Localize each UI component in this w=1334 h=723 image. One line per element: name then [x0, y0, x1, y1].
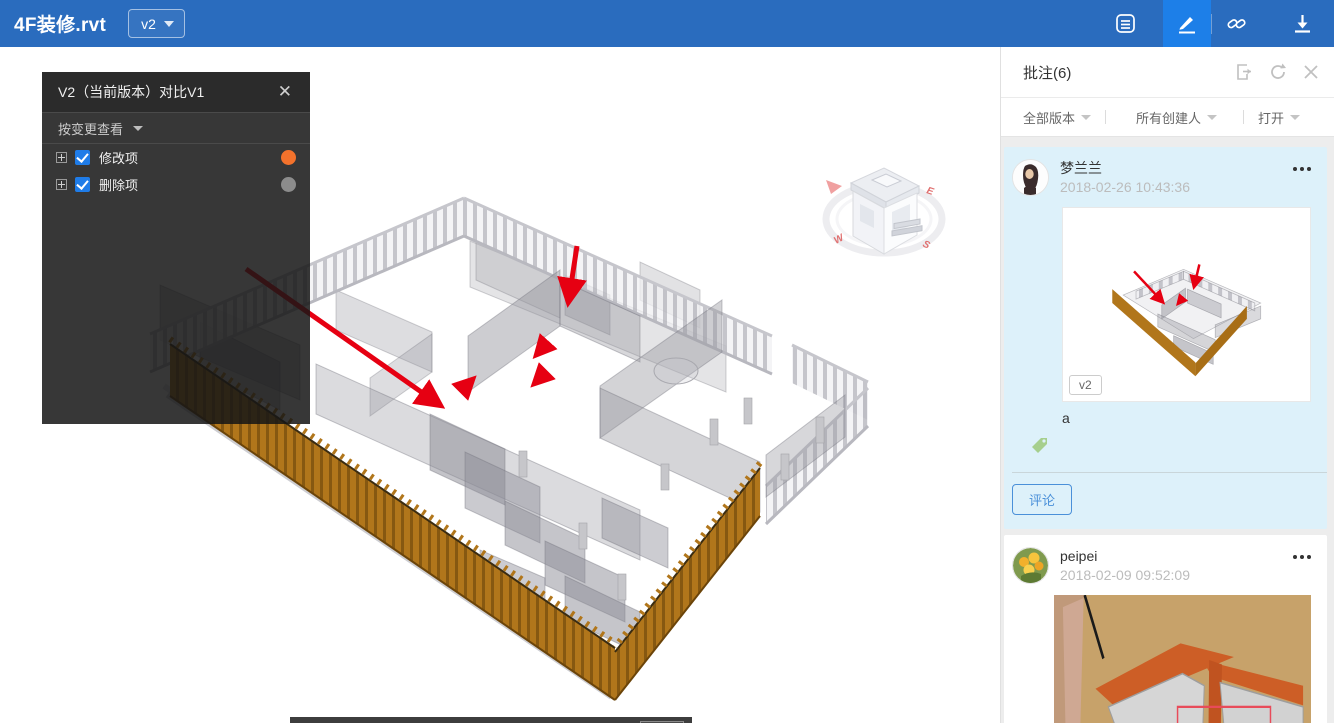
share-link-button[interactable] — [1212, 0, 1260, 47]
chevron-down-icon — [1207, 115, 1217, 120]
status-filter[interactable]: 打开 — [1258, 108, 1300, 127]
compare-title: V2（当前版本）对比V1 — [58, 82, 204, 102]
annotation-card[interactable]: 梦兰兰 2018-02-26 10:43:36 — [1004, 147, 1327, 529]
annotation-filters: 全部版本 所有创建人 打开 — [1001, 97, 1334, 137]
app-window: E W S — [0, 0, 1334, 723]
download-button[interactable] — [1278, 0, 1326, 47]
chevron-down-icon — [1081, 115, 1091, 120]
timestamp: 2018-02-09 09:52:09 — [1060, 565, 1190, 585]
annotations-header: 批注(6) — [1001, 47, 1334, 97]
snapshot-interior — [1054, 595, 1311, 723]
snapshot-version-tag: v2 — [1069, 375, 1102, 395]
author-name: peipei — [1060, 547, 1190, 565]
view-cube[interactable]: E W S — [818, 142, 954, 270]
deleted-label: 删除项 — [99, 175, 138, 194]
annotations-panel: 批注(6) 全部版本 所有创建人 打开 — [1000, 47, 1334, 723]
chevron-down-icon — [1290, 115, 1300, 120]
change-view-label: 按变更查看 — [58, 119, 123, 138]
annotation-text: a — [1004, 402, 1327, 426]
form-list-button[interactable] — [1101, 0, 1149, 47]
annotation-list: 梦兰兰 2018-02-26 10:43:36 — [1001, 137, 1334, 723]
expand-icon[interactable] — [56, 179, 67, 190]
file-title: 4F装修.rvt — [14, 10, 106, 37]
avatar — [1012, 159, 1049, 196]
checkbox-deleted[interactable] — [75, 177, 90, 192]
tree-item-modified[interactable]: 修改项 — [42, 144, 310, 171]
creator-filter[interactable]: 所有创建人 — [1136, 108, 1217, 127]
pen-icon — [1175, 12, 1199, 36]
viewer-toolbar — [290, 717, 692, 723]
version-compare-panel: V2（当前版本）对比V1 ✕ 按变更查看 修改项 删除项 — [42, 72, 310, 424]
compare-panel-header: V2（当前版本）对比V1 ✕ — [42, 72, 310, 112]
top-bar: 4F装修.rvt v2 — [0, 0, 1334, 47]
chevron-down-icon — [164, 21, 174, 27]
tag-icon — [1004, 426, 1327, 472]
more-options-icon[interactable] — [1293, 159, 1311, 197]
snapshot-model — [1063, 208, 1310, 401]
export-report-icon[interactable] — [1234, 62, 1254, 82]
link-icon — [1225, 12, 1248, 35]
topbar-actions — [1101, 0, 1334, 47]
modified-label: 修改项 — [99, 148, 138, 167]
tree-item-deleted[interactable]: 删除项 — [42, 171, 310, 198]
version-label: v2 — [141, 16, 156, 32]
markup-button[interactable] — [1163, 0, 1211, 47]
modified-color-dot — [281, 150, 296, 165]
annotation-snapshot[interactable] — [1054, 595, 1311, 723]
form-list-icon — [1114, 12, 1137, 35]
checkbox-modified[interactable] — [75, 150, 90, 165]
expand-icon[interactable] — [56, 152, 67, 163]
change-view-dropdown[interactable]: 按变更查看 — [42, 112, 310, 144]
author-name: 梦兰兰 — [1060, 159, 1190, 177]
svg-text:E: E — [925, 185, 935, 198]
deleted-color-dot — [281, 177, 296, 192]
avatar — [1012, 547, 1049, 584]
download-icon — [1291, 12, 1314, 35]
annotations-title: 批注(6) — [1023, 62, 1071, 83]
comment-button[interactable]: 评论 — [1012, 484, 1072, 515]
refresh-icon[interactable] — [1268, 62, 1288, 82]
more-options-icon[interactable] — [1293, 547, 1311, 585]
close-icon[interactable] — [1302, 63, 1320, 81]
close-icon[interactable]: ✕ — [272, 80, 298, 104]
annotation-card[interactable]: peipei 2018-02-09 09:52:09 — [1004, 535, 1327, 723]
chevron-down-icon — [133, 126, 143, 131]
timestamp: 2018-02-26 10:43:36 — [1060, 177, 1190, 197]
version-filter[interactable]: 全部版本 — [1023, 108, 1091, 127]
north-pointer — [826, 180, 842, 194]
version-dropdown[interactable]: v2 — [128, 9, 185, 38]
annotation-snapshot[interactable]: v2 — [1062, 207, 1311, 402]
